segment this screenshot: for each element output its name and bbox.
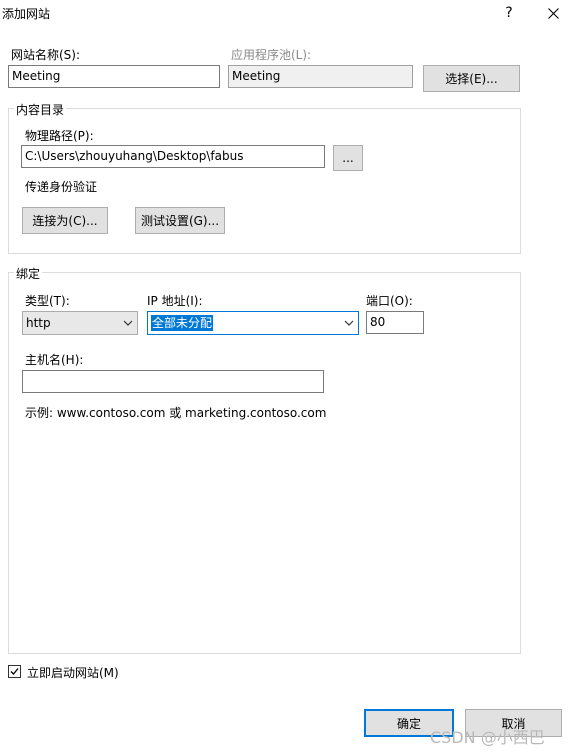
connect-as-button[interactable]: 连接为(C)...	[22, 207, 108, 234]
help-button[interactable]: ?	[495, 2, 523, 24]
chevron-down-icon	[344, 320, 354, 326]
app-pool-field: Meeting	[228, 65, 413, 88]
ip-address-select[interactable]: 全部未分配	[147, 311, 359, 335]
checkmark-icon	[10, 668, 19, 675]
watermark: CSDN @小西巴	[430, 728, 545, 747]
site-name-label: 网站名称(S):	[11, 48, 81, 62]
select-app-pool-button[interactable]: 选择(E)...	[423, 65, 520, 92]
add-website-dialog: 添加网站 ? 网站名称(S): Meeting 应用程序池(L): Meetin…	[0, 0, 576, 753]
ip-address-select-value: 全部未分配	[151, 315, 214, 331]
test-settings-button[interactable]: 测试设置(G)...	[135, 207, 225, 234]
host-name-input[interactable]	[22, 370, 324, 393]
app-pool-label: 应用程序池(L):	[231, 48, 312, 62]
close-button[interactable]	[539, 2, 567, 24]
title-bar: 添加网站 ?	[0, 0, 576, 26]
host-name-label: 主机名(H):	[25, 353, 84, 367]
content-directory-title: 内容目录	[14, 101, 67, 118]
browse-button[interactable]: ...	[333, 145, 363, 171]
physical-path-input[interactable]: C:\Users\zhouyuhang\Desktop\fabus	[21, 145, 325, 168]
site-name-input[interactable]: Meeting	[8, 65, 220, 88]
port-input[interactable]: 80	[366, 311, 424, 334]
type-select[interactable]: http	[22, 311, 138, 335]
ip-address-label: IP 地址(I):	[147, 294, 203, 308]
pass-through-auth-label: 传递身份验证	[25, 180, 98, 194]
start-immediately-checkbox[interactable]	[8, 665, 21, 678]
type-label: 类型(T):	[25, 294, 70, 308]
host-name-example: 示例: www.contoso.com 或 marketing.contoso.…	[25, 406, 327, 420]
type-select-value: http	[26, 316, 51, 330]
help-icon: ?	[505, 5, 513, 21]
start-immediately-label[interactable]: 立即启动网站(M)	[27, 664, 119, 681]
chevron-down-icon	[123, 320, 133, 326]
binding-title: 绑定	[14, 265, 43, 282]
port-label: 端口(O):	[366, 294, 413, 308]
physical-path-label: 物理路径(P):	[25, 129, 94, 143]
close-icon	[547, 7, 559, 19]
window-title: 添加网站	[2, 7, 51, 21]
